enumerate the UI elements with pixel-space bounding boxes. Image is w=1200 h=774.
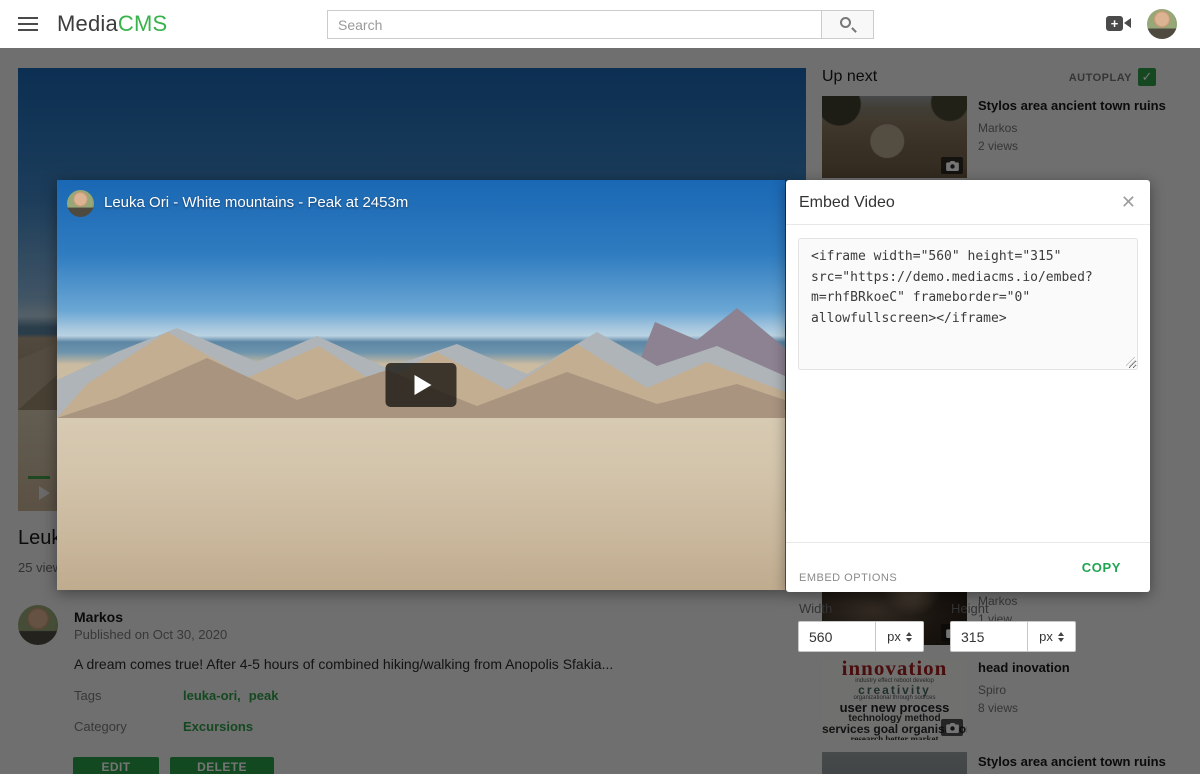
dialog-divider (786, 542, 1150, 543)
search-icon (840, 17, 851, 28)
embed-preview-player[interactable]: Leuka Ori - White mountains - Peak at 24… (57, 180, 785, 590)
search-button[interactable] (822, 10, 874, 39)
height-unit-select[interactable]: px (1028, 621, 1076, 652)
top-navbar: MediaCMS + (0, 0, 1200, 48)
logo-text-media: Media (57, 11, 118, 36)
height-input[interactable] (950, 621, 1028, 652)
stepper-arrows-icon (1058, 632, 1064, 642)
play-button[interactable] (386, 363, 457, 407)
search-input[interactable] (327, 10, 822, 39)
height-label: Height (951, 601, 989, 616)
width-label: Width (799, 601, 832, 616)
embed-code-textarea[interactable]: <iframe width="560" height="315" src="ht… (798, 238, 1138, 370)
dialog-header: Embed Video ✕ (786, 180, 1150, 225)
embed-video-dialog: Embed Video ✕ <iframe width="560" height… (786, 180, 1150, 592)
copy-button[interactable]: COPY (1082, 560, 1121, 575)
width-unit-select[interactable]: px (876, 621, 924, 652)
logo-text-cms: CMS (118, 11, 168, 36)
embed-options-label: EMBED OPTIONS (799, 572, 897, 584)
menu-icon[interactable] (18, 17, 38, 31)
width-input[interactable] (798, 621, 876, 652)
close-icon[interactable]: ✕ (1121, 191, 1136, 213)
width-unit-value: px (887, 629, 901, 644)
dialog-title: Embed Video (799, 194, 895, 212)
height-unit-value: px (1039, 629, 1053, 644)
user-avatar[interactable] (1147, 9, 1177, 39)
uploader-avatar (67, 190, 94, 217)
upload-video-icon[interactable]: + (1106, 14, 1132, 34)
site-logo[interactable]: MediaCMS (57, 11, 167, 37)
preview-video-title: Leuka Ori - White mountains - Peak at 24… (104, 194, 408, 211)
stepper-arrows-icon (906, 632, 912, 642)
